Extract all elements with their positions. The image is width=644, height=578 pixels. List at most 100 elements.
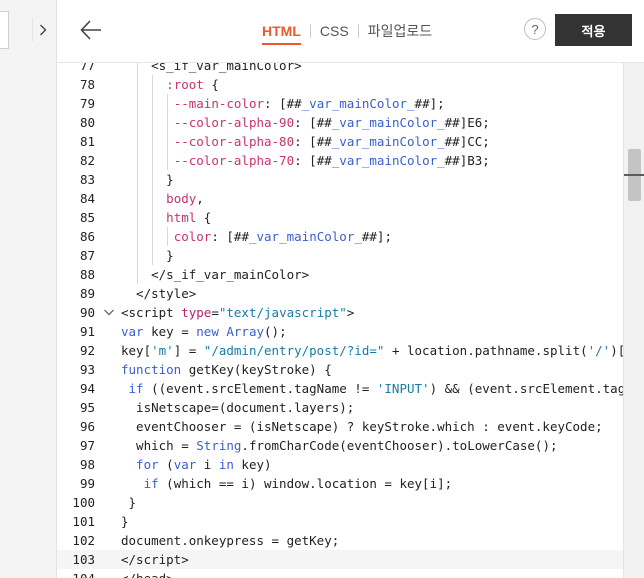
code-line[interactable]: 82 --color-alpha-70: [##_var_mainColor_##… bbox=[57, 151, 623, 170]
code-editor[interactable]: 77 <s_if_var_mainColor> 78:root { 79 --main-… bbox=[57, 63, 623, 578]
code-text: document.onkeypress = getKey; bbox=[121, 533, 340, 548]
line-number: 81 bbox=[79, 134, 95, 149]
indent-guide bbox=[152, 75, 154, 265]
line-number: 78 bbox=[79, 77, 95, 92]
code-text: </s_if_var_mainColor> bbox=[151, 267, 310, 282]
line-number: 103 bbox=[72, 552, 95, 567]
line-number: 92 bbox=[79, 343, 95, 358]
line-number: 79 bbox=[79, 96, 95, 111]
code-text: } bbox=[166, 248, 174, 263]
code-text: </script> bbox=[121, 552, 189, 567]
code-line[interactable]: 92 key['m'] = "/admin/entry/post/?id=" + … bbox=[57, 341, 623, 360]
tab-divider bbox=[309, 24, 311, 38]
code-line[interactable]: 79 --main-color: [##_var_mainColor_##]; bbox=[57, 94, 623, 113]
code-text: var key = new Array(); bbox=[121, 324, 287, 339]
help-button[interactable]: ? bbox=[524, 18, 546, 40]
line-number: 83 bbox=[79, 172, 95, 187]
line-number: 101 bbox=[72, 514, 95, 529]
panel-toggle-button[interactable] bbox=[32, 18, 53, 42]
code-text: html { bbox=[166, 210, 212, 225]
code-line[interactable]: 87} bbox=[57, 246, 623, 265]
tab-css[interactable]: CSS bbox=[320, 23, 349, 39]
code-text: <script type="text/javascript"> bbox=[121, 305, 355, 320]
line-number: 100 bbox=[72, 495, 95, 510]
code-line[interactable]: 103 </script> bbox=[57, 550, 623, 569]
tab-file-upload[interactable]: 파일업로드 bbox=[368, 21, 432, 41]
back-button[interactable] bbox=[79, 18, 103, 42]
code-text: color: [##_var_mainColor_##]; bbox=[173, 229, 392, 244]
code-line[interactable]: 97 which = String.fromCharCode(eventChoos… bbox=[57, 436, 623, 455]
editor-header: HTML CSS 파일업로드 ? 적용 bbox=[57, 0, 644, 63]
line-number: 77 bbox=[79, 63, 95, 73]
code-line[interactable]: 94 if ((event.srcElement.tagName != 'INPU… bbox=[57, 379, 623, 398]
code-text: which = String.fromCharCode(eventChooser… bbox=[136, 438, 558, 453]
code-line[interactable]: 77 <s_if_var_mainColor> bbox=[57, 63, 623, 75]
line-number: 102 bbox=[72, 533, 95, 548]
code-line[interactable]: 78:root { bbox=[57, 75, 623, 94]
code-line[interactable]: 101} bbox=[57, 512, 623, 531]
line-number: 89 bbox=[79, 286, 95, 301]
line-number: 80 bbox=[79, 115, 95, 130]
code-line[interactable]: 84 body, bbox=[57, 189, 623, 208]
line-number: 95 bbox=[79, 400, 95, 415]
line-number: 84 bbox=[79, 191, 95, 206]
code-line[interactable]: 100} bbox=[57, 493, 623, 512]
editor-tabs: HTML CSS 파일업로드 bbox=[262, 0, 432, 62]
code-line[interactable]: 93 function getKey(keyStroke) { bbox=[57, 360, 623, 379]
fold-chevron-icon[interactable] bbox=[103, 303, 115, 322]
code-line[interactable]: 91 var key = new Array(); bbox=[57, 322, 623, 341]
line-number: 99 bbox=[79, 476, 95, 491]
code-text: --main-color: [##_var_mainColor_##]; bbox=[173, 96, 445, 111]
left-panel-input[interactable] bbox=[0, 11, 9, 49]
line-number: 96 bbox=[79, 419, 95, 434]
code-text: </style> bbox=[136, 286, 197, 301]
line-number: 94 bbox=[79, 381, 95, 396]
code-line[interactable]: 89 </style> bbox=[57, 284, 623, 303]
code-line[interactable]: 85 html { bbox=[57, 208, 623, 227]
code-line[interactable]: 98 for (var i in key) bbox=[57, 455, 623, 474]
code-text: if ((event.srcElement.tagName != 'INPUT'… bbox=[128, 381, 623, 396]
line-number: 98 bbox=[79, 457, 95, 472]
code-text: key['m'] = "/admin/entry/post/?id=" + lo… bbox=[121, 343, 623, 358]
code-text: </head> bbox=[121, 569, 174, 578]
code-line[interactable]: 80 --color-alpha-90: [##_var_mainColor_##… bbox=[57, 113, 623, 132]
line-number: 88 bbox=[79, 267, 95, 282]
scrollbar-position-marker bbox=[624, 174, 644, 176]
arrow-left-icon bbox=[80, 20, 101, 40]
code-line[interactable]: 104 </head> bbox=[57, 569, 623, 578]
tab-html[interactable]: HTML bbox=[262, 23, 301, 45]
tab-divider bbox=[357, 24, 359, 38]
line-number: 90 bbox=[79, 305, 95, 320]
code-line[interactable]: 81 --color-alpha-80: [##_var_mainColor_##… bbox=[57, 132, 623, 151]
code-line[interactable]: 99 if (which == i) window.location = key[… bbox=[57, 474, 623, 493]
code-text: function getKey(keyStroke) { bbox=[121, 362, 332, 377]
editor-scrollbar[interactable] bbox=[623, 63, 644, 578]
code-line[interactable]: 90 <script type="text/javascript"> bbox=[57, 303, 623, 322]
code-line[interactable]: 88 </s_if_var_mainColor> bbox=[57, 265, 623, 284]
code-line[interactable]: 86 color: [##_var_mainColor_##]; bbox=[57, 227, 623, 246]
indent-guide bbox=[167, 94, 169, 170]
indent-guide bbox=[167, 227, 169, 246]
code-line[interactable]: 83} bbox=[57, 170, 623, 189]
code-text: --color-alpha-90: [##_var_mainColor_##]E… bbox=[173, 115, 490, 130]
code-line[interactable]: 95 isNetscape=(document.layers); bbox=[57, 398, 623, 417]
code-text: isNetscape=(document.layers); bbox=[136, 400, 355, 415]
code-text: } bbox=[166, 172, 174, 187]
left-panel bbox=[0, 0, 57, 578]
code-line[interactable]: 96 eventChooser = (isNetscape) ? keyStrok… bbox=[57, 417, 623, 436]
code-line[interactable]: 102 document.onkeypress = getKey; bbox=[57, 531, 623, 550]
line-number: 91 bbox=[79, 324, 95, 339]
indent-guide bbox=[137, 63, 139, 284]
code-text: if (which == i) window.location = key[i]… bbox=[143, 476, 453, 491]
apply-button[interactable]: 적용 bbox=[555, 14, 632, 46]
code-text: --color-alpha-80: [##_var_mainColor_##]C… bbox=[173, 134, 490, 149]
line-number: 86 bbox=[79, 229, 95, 244]
line-number: 104 bbox=[57, 569, 95, 578]
code-text: body, bbox=[166, 191, 204, 206]
code-text: eventChooser = (isNetscape) ? keyStroke.… bbox=[136, 419, 603, 434]
code-text: --color-alpha-70: [##_var_mainColor_##]B… bbox=[173, 153, 490, 168]
line-number: 93 bbox=[79, 362, 95, 377]
line-number: 97 bbox=[79, 438, 95, 453]
line-number: 87 bbox=[79, 248, 95, 263]
line-number: 82 bbox=[79, 153, 95, 168]
